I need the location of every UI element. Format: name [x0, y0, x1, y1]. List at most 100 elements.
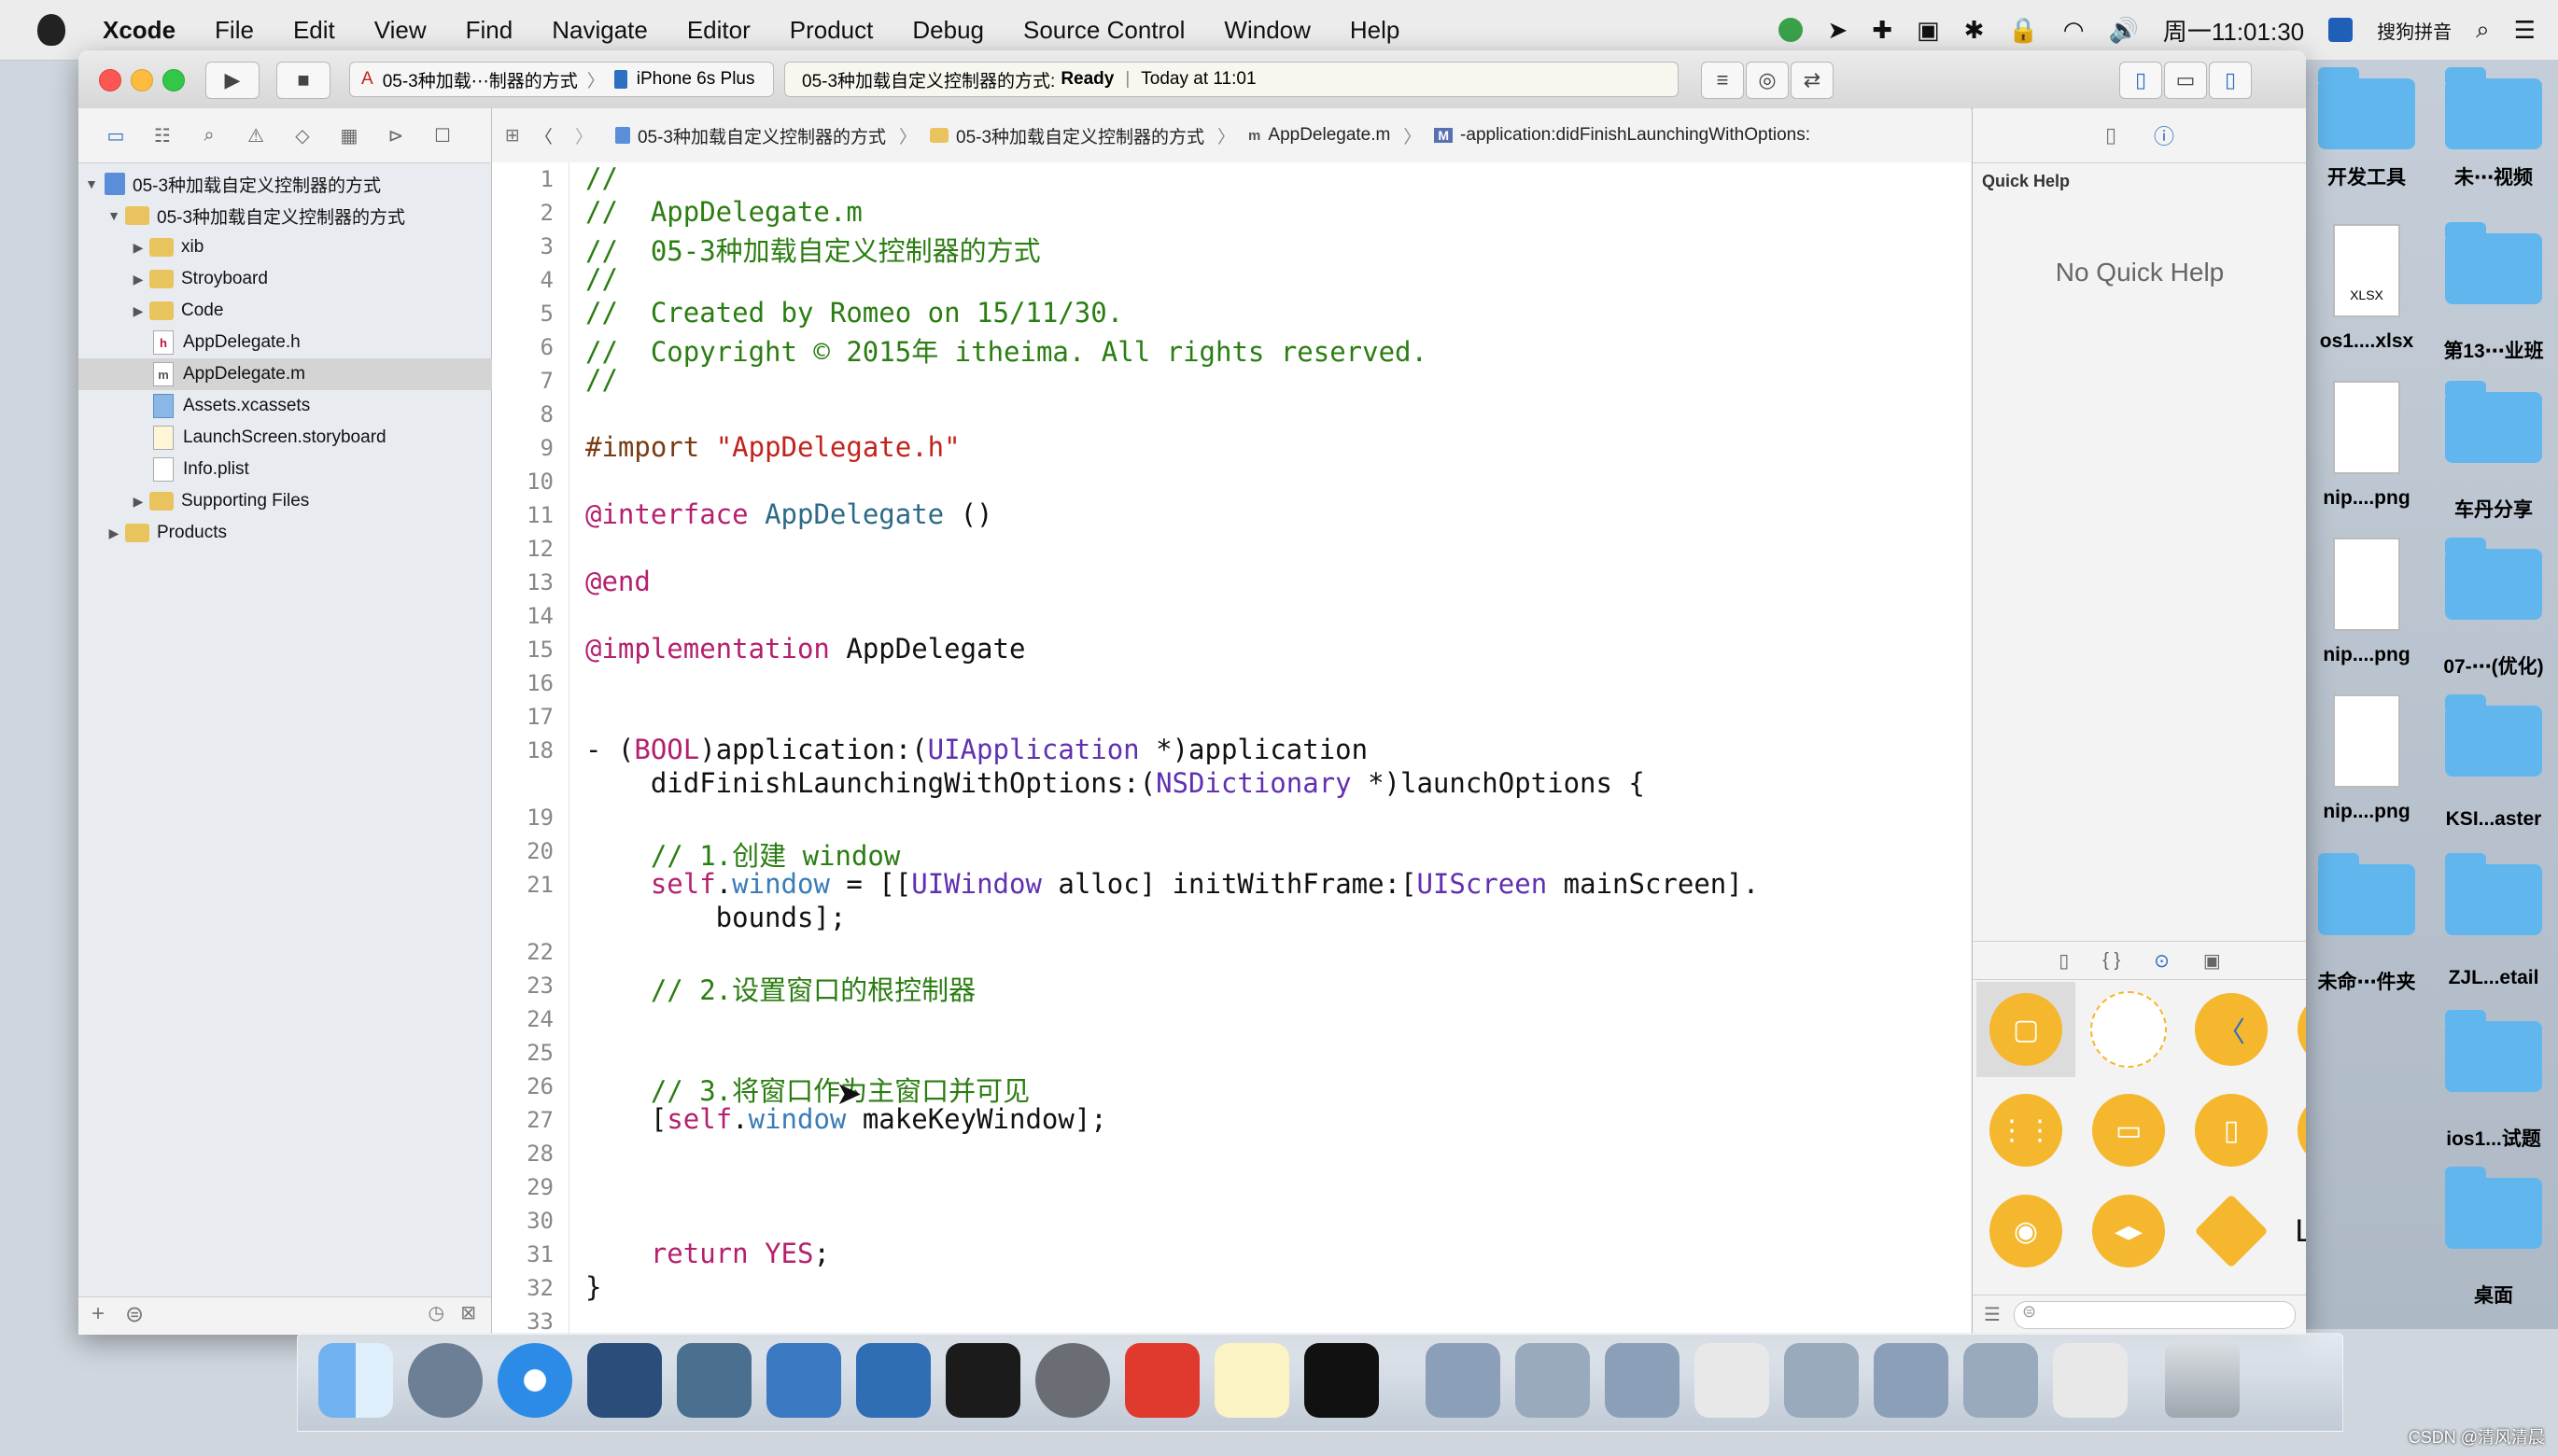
library-navigation-controller[interactable]: 〈: [2182, 982, 2281, 1077]
library-filter-input[interactable]: ⊜: [2014, 1301, 2296, 1329]
clock[interactable]: 周一11:01:30: [2163, 13, 2304, 48]
wifi-icon[interactable]: ◠: [2063, 16, 2085, 45]
instruments-icon[interactable]: [856, 1343, 931, 1418]
library-storyboard-reference[interactable]: [2079, 982, 2178, 1077]
lock-icon[interactable]: 🔒: [2008, 16, 2038, 45]
stop-button[interactable]: ■: [276, 62, 330, 99]
menu-navigate[interactable]: Navigate: [552, 16, 648, 45]
screenshot-file-icon[interactable]: [1605, 1343, 1680, 1418]
code-snippet-icon[interactable]: { }: [2102, 950, 2120, 972]
source-editor[interactable]: 1 2 3 4 5 6 7 8 9 10 11 12 13 14 15 16 1…: [492, 162, 1971, 1335]
disclosure-closed-icon[interactable]: ▶: [131, 494, 146, 510]
back-arrow-icon[interactable]: 〈: [535, 123, 553, 148]
menu-help[interactable]: Help: [1350, 16, 1399, 45]
mouse-app-icon[interactable]: [587, 1343, 662, 1418]
document-file-icon[interactable]: [1694, 1343, 1769, 1418]
jump-group[interactable]: 05-3种加载自定义控制器的方式: [930, 123, 1204, 148]
disclosure-closed-icon[interactable]: ▶: [131, 272, 146, 287]
tree-row-launchscreen[interactable]: LaunchScreen.storyboard: [78, 422, 558, 454]
desktop-item[interactable]: 车丹分享: [2433, 381, 2554, 523]
input-method-label[interactable]: 搜狗拼音: [2377, 17, 2452, 44]
apple-menu-icon[interactable]: [37, 14, 65, 46]
tree-row-group[interactable]: ▼ 05-3种加载自定义控制器的方式: [78, 200, 519, 231]
screenshot-file-icon[interactable]: [1784, 1343, 1859, 1418]
screenshot-file-icon[interactable]: [1963, 1343, 2038, 1418]
menu-file[interactable]: File: [215, 16, 254, 45]
scheme-selector[interactable]: A 05-3种加载⋯制器的方式 〉 iPhone 6s Plus: [349, 62, 774, 97]
tree-row-info-plist[interactable]: Info.plist: [78, 454, 558, 485]
input-method-icon[interactable]: [2328, 18, 2354, 42]
test-nav-icon[interactable]: ◇: [289, 123, 316, 147]
library-view-controller[interactable]: ▢: [1976, 982, 2075, 1077]
toggle-utilities-button[interactable]: ▯: [2209, 62, 2252, 99]
screen-record-icon[interactable]: ▣: [1917, 16, 1940, 45]
jump-project[interactable]: 05-3种加载自定义控制器的方式: [614, 123, 886, 148]
desktop-item[interactable]: XLSX os1....xlsx: [2306, 224, 2427, 353]
add-icon[interactable]: +: [91, 1301, 105, 1327]
library-page-view-controller[interactable]: ▢: [2284, 1083, 2306, 1178]
finder-icon[interactable]: [318, 1343, 393, 1418]
filter-icon[interactable]: ⊜: [125, 1301, 144, 1328]
desktop-item[interactable]: 未⋯视频: [2433, 67, 2554, 190]
menu-editor[interactable]: Editor: [687, 16, 751, 45]
notes-icon[interactable]: [1215, 1343, 1289, 1418]
menu-debug[interactable]: Debug: [912, 16, 984, 45]
library-tab-bar-controller[interactable]: ▭: [2079, 1083, 2178, 1178]
crosshair-icon[interactable]: ✚: [1872, 16, 1892, 45]
library-object[interactable]: [2182, 1183, 2281, 1279]
menu-view[interactable]: View: [374, 16, 427, 45]
media-library-icon[interactable]: ▣: [2203, 949, 2221, 973]
spotlight-search-icon[interactable]: ⌕: [2476, 15, 2490, 45]
library-av-player-view-controller[interactable]: ◂▸: [2079, 1183, 2178, 1279]
scm-filter-icon[interactable]: ⊠: [460, 1301, 476, 1324]
screenshot-file-icon[interactable]: [1874, 1343, 1948, 1418]
document-file-icon[interactable]: [2053, 1343, 2128, 1418]
disclosure-closed-icon[interactable]: ▶: [131, 240, 146, 256]
library-label[interactable]: Label: [2284, 1183, 2306, 1279]
standard-editor-button[interactable]: ≡: [1701, 62, 1744, 99]
library-collection-view-controller[interactable]: ⋮⋮: [1976, 1083, 2075, 1178]
desktop-item[interactable]: nip....png: [2306, 694, 2427, 823]
tree-row-appdelegate-h[interactable]: h AppDelegate.h: [78, 327, 558, 358]
tree-row-project[interactable]: ▼ 05-3种加载自定义控制器的方式: [78, 168, 497, 200]
find-nav-icon[interactable]: ⌕: [196, 123, 222, 147]
close-window-button[interactable]: [99, 69, 121, 91]
list-view-icon[interactable]: ☰: [1984, 1303, 2001, 1326]
file-template-icon[interactable]: ▯: [2059, 949, 2069, 973]
report-nav-icon[interactable]: ☐: [429, 123, 456, 147]
forward-arrow-icon[interactable]: 〉: [575, 123, 593, 148]
desktop-item[interactable]: nip....png: [2306, 538, 2427, 666]
disclosure-open-icon[interactable]: ▼: [84, 176, 99, 191]
safari-icon[interactable]: [498, 1343, 572, 1418]
bluetooth-icon[interactable]: ✱: [1964, 16, 1985, 45]
tree-row-xib[interactable]: ▶ xib: [78, 231, 543, 263]
console-icon[interactable]: [1304, 1343, 1379, 1418]
version-editor-button[interactable]: ⇄: [1791, 62, 1834, 99]
toggle-navigator-button[interactable]: ▯: [2119, 62, 2162, 99]
object-library-icon[interactable]: ⊙: [2154, 949, 2170, 973]
disclosure-open-icon[interactable]: ▼: [106, 208, 121, 223]
library-glkit-view-controller[interactable]: ◉: [1976, 1183, 2075, 1279]
sync-icon[interactable]: [1778, 18, 1804, 42]
related-items-icon[interactable]: ⊞: [505, 125, 520, 147]
quick-help-icon[interactable]: ⓘ: [2154, 120, 2174, 150]
jump-method[interactable]: M -application:didFinishLaunchingWithOpti…: [1434, 125, 1810, 146]
desktop-item[interactable]: 桌面: [2433, 1167, 2554, 1309]
terminal-icon[interactable]: [946, 1343, 1020, 1418]
tree-row-assets[interactable]: Assets.xcassets: [78, 390, 558, 422]
menu-find[interactable]: Find: [466, 16, 513, 45]
menu-product[interactable]: Product: [790, 16, 874, 45]
trash-icon[interactable]: [2165, 1343, 2240, 1418]
notification-center-icon[interactable]: ☰: [2514, 16, 2536, 45]
desktop-item[interactable]: 07-⋯(优化): [2433, 538, 2554, 679]
system-preferences-icon[interactable]: [1035, 1343, 1110, 1418]
desktop-item[interactable]: ZJL...etail: [2433, 853, 2554, 989]
launchpad-icon[interactable]: [408, 1343, 483, 1418]
folder-nav-icon[interactable]: ▭: [103, 123, 129, 147]
tree-row-stroyboard[interactable]: ▶ Stroyboard: [78, 263, 543, 295]
assistant-editor-button[interactable]: ◎: [1746, 62, 1789, 99]
desktop-item[interactable]: 未命⋯件夹: [2306, 853, 2427, 995]
xmind-icon[interactable]: [1125, 1343, 1200, 1418]
symbol-nav-icon[interactable]: ☷: [149, 123, 176, 147]
screenshot-file-icon[interactable]: [1426, 1343, 1500, 1418]
